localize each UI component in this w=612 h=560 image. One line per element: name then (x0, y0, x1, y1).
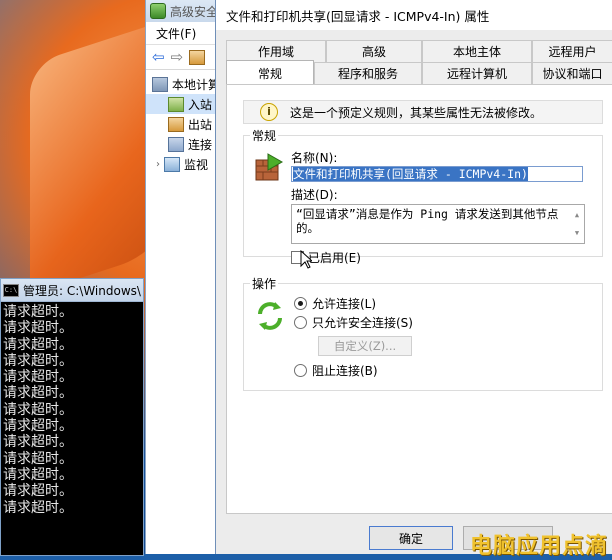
console-line: 请求超时。 (3, 320, 73, 337)
ok-button[interactable]: 确定 (369, 526, 453, 550)
menu-file[interactable]: 文件(F) (156, 25, 196, 42)
block-connection-option[interactable]: 阻止连接(B) (294, 362, 378, 379)
console-line: 请求超时。 (3, 401, 73, 418)
description-scrollbar[interactable]: ▲ ▼ (571, 206, 583, 242)
allow-secure-option[interactable]: 只允许安全连接(S) (294, 314, 413, 331)
firewall-rule-icon (255, 153, 284, 181)
option-label: 允许连接(L) (312, 297, 377, 311)
mouse-cursor-icon (300, 250, 312, 269)
console-line: 请求超时。 (3, 434, 73, 451)
inbound-rules-icon (168, 96, 184, 112)
description-field[interactable]: “回显请求”消息是作为 Ping 请求发送到其他节点的。 ▲ ▼ (291, 204, 585, 244)
firewall-shield-icon (150, 3, 166, 19)
refresh-arrows-icon (258, 302, 282, 330)
tab-programs-services[interactable]: 程序和服务 (314, 62, 422, 84)
info-icon: i (260, 103, 278, 121)
tree-item-label: 入站 (188, 97, 213, 112)
menu-bar: 文件(F) (146, 22, 226, 45)
action-group: 操作 允许连接(L) 只允许安全连接(S) 自定义(Z)... 阻止连接(B) (243, 275, 603, 391)
rule-name-field[interactable]: 文件和打印机共享(回显请求 - ICMPv4-In) (291, 166, 583, 182)
computer-icon (152, 76, 168, 92)
console-line: 请求超时。 (3, 418, 73, 435)
tree-item-local-computer[interactable]: 本地计算 (146, 74, 226, 94)
customize-button[interactable]: 自定义(Z)... (318, 336, 412, 356)
console-line: 请求超时。 (3, 466, 73, 483)
console-window[interactable]: C:\ 管理员: C:\Windows\ 请求超时。 请求超时。 请求超时。 请… (0, 278, 144, 556)
forward-arrow-icon[interactable]: ⇨ (171, 49, 184, 65)
dialog-titlebar[interactable]: 文件和打印机共享(回显请求 - ICMPv4-In) 属性 (216, 0, 612, 30)
option-label: 阻止连接(B) (312, 364, 378, 378)
info-text: 这是一个预定义规则，其某些属性无法被修改。 (290, 105, 543, 120)
tab-scope[interactable]: 作用域 (226, 40, 326, 62)
back-arrow-icon[interactable]: ⇦ (152, 49, 165, 65)
monitoring-icon (164, 156, 180, 172)
tree-item-inbound-rules[interactable]: 入站 (146, 94, 226, 114)
allow-connection-radio[interactable] (294, 297, 307, 310)
tree-item-outbound-rules[interactable]: 出站 (146, 114, 226, 134)
tree-item-label: 监视 (184, 157, 209, 172)
firewall-title: 高级安全 (170, 4, 219, 19)
action-group-legend: 操作 (250, 275, 279, 292)
tab-remote-users[interactable]: 远程用户 (532, 40, 612, 62)
option-label: 只允许安全连接(S) (312, 316, 413, 330)
console-line: 请求超时。 (3, 304, 73, 320)
connection-security-icon (168, 136, 184, 152)
tree-item-label: 出站 (188, 117, 213, 132)
allow-connection-option[interactable]: 允许连接(L) (294, 295, 376, 312)
toolbar: ⇦ ⇨ (146, 45, 226, 70)
allow-secure-radio[interactable] (294, 316, 307, 329)
cmd-icon: C:\ (3, 283, 19, 297)
dialog-title: 文件和打印机共享(回显请求 - ICMPv4-In) 属性 (226, 8, 490, 24)
console-title: 管理员: C:\Windows\ (23, 283, 141, 298)
console-line: 请求超时。 (3, 450, 73, 467)
description-value: “回显请求”消息是作为 Ping 请求发送到其他节点的。 (296, 207, 559, 235)
console-line: 请求超时。 (3, 352, 73, 369)
console-titlebar[interactable]: C:\ 管理员: C:\Windows\ (1, 279, 143, 302)
navigation-tree: 本地计算 入站 出站 连接 › 监视 (146, 70, 226, 174)
console-line: 请求超时。 (3, 499, 73, 516)
tree-item-monitoring[interactable]: › 监视 (146, 154, 226, 174)
tab-local-principals[interactable]: 本地主体 (422, 40, 532, 62)
tree-item-connection-security[interactable]: 连接 (146, 134, 226, 154)
rule-name-value: 文件和打印机共享(回显请求 - ICMPv4-In) (293, 167, 528, 181)
up-folder-icon[interactable] (189, 49, 206, 65)
console-output: 请求超时。 请求超时。 请求超时。 请求超时。 请求超时。 请求超时。 请求超时… (1, 302, 143, 516)
tab-advanced[interactable]: 高级 (326, 40, 422, 62)
tree-item-label: 连接 (188, 137, 213, 152)
tab-row-front: 常规 程序和服务 远程计算机 协议和端口 (226, 60, 612, 84)
tab-general[interactable]: 常规 (226, 60, 314, 84)
tab-row-back: 作用域 高级 本地主体 远程用户 (226, 40, 612, 62)
block-connection-radio[interactable] (294, 364, 307, 377)
tab-protocols-ports[interactable]: 协议和端口 (532, 62, 612, 84)
console-line: 请求超时。 (3, 336, 73, 353)
console-line: 请求超时。 (3, 369, 73, 386)
watermark-text: 电脑应用点滴 (470, 534, 609, 559)
description-label: 描述(D): (291, 188, 338, 202)
console-line: 请求超时。 (3, 385, 73, 402)
tab-remote-computers[interactable]: 远程计算机 (422, 62, 532, 84)
predefined-rule-infobar: i 这是一个预定义规则，其某些属性无法被修改。 (243, 100, 603, 124)
console-line: 请求超时。 (3, 483, 73, 500)
general-tab-panel: i 这是一个预定义规则，其某些属性无法被修改。 常规 名称(N): 文件和打印机… (226, 84, 612, 514)
expand-chevron-icon[interactable]: › (156, 159, 160, 170)
general-group: 常规 名称(N): 文件和打印机共享(回显请求 - ICMPv4-In) 描述(… (243, 127, 603, 265)
name-label: 名称(N): (291, 151, 338, 165)
general-group-legend: 常规 (250, 127, 279, 144)
firewall-titlebar[interactable]: 高级安全 (146, 0, 226, 22)
firewall-console-window[interactable]: 高级安全 文件(F) ⇦ ⇨ 本地计算 入站 出站 连接 › 监视 (145, 0, 226, 554)
outbound-rules-icon (168, 116, 184, 132)
tree-item-label: 本地计算 (172, 77, 221, 92)
enabled-label: 已启用(E) (308, 251, 361, 265)
properties-dialog[interactable]: 文件和打印机共享(回显请求 - ICMPv4-In) 属性 作用域 高级 本地主… (215, 0, 612, 554)
